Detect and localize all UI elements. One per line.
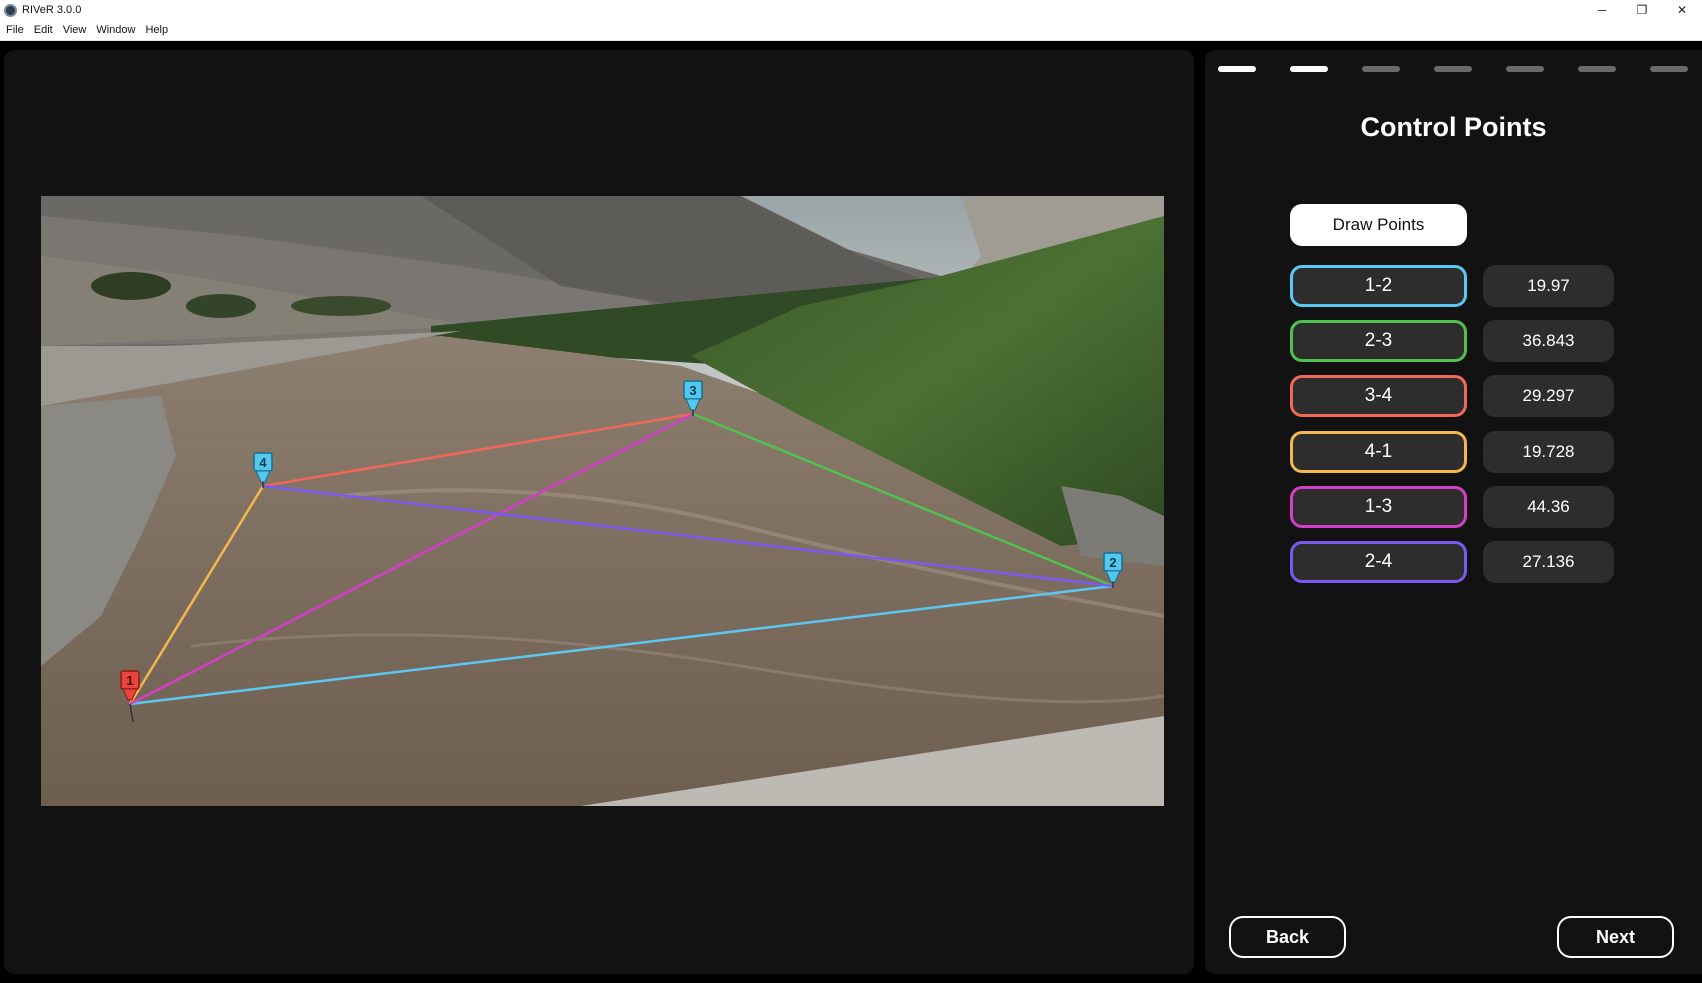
progress-step-6 bbox=[1578, 66, 1616, 72]
image-viewer: 1 2 3 4 bbox=[4, 50, 1194, 974]
progress-step-7 bbox=[1650, 66, 1688, 72]
segment-button-2-4[interactable]: 2-4 bbox=[1290, 541, 1467, 583]
control-points-panel: Control Points Draw Points 1-2 19.97 2-3… bbox=[1205, 50, 1702, 974]
progress-step-4 bbox=[1434, 66, 1472, 72]
menu-window[interactable]: Window bbox=[96, 24, 135, 36]
menu-file[interactable]: File bbox=[6, 24, 24, 36]
title-bar: RIVeR 3.0.0 ─ ❐ ✕ bbox=[0, 0, 1702, 20]
segment-distance-2-3[interactable]: 36.843 bbox=[1483, 320, 1614, 362]
window-title: RIVeR 3.0.0 bbox=[22, 4, 82, 16]
menu-help[interactable]: Help bbox=[145, 24, 168, 36]
segment-row: 1-2 19.97 bbox=[1290, 265, 1614, 307]
menu-edit[interactable]: Edit bbox=[34, 24, 53, 36]
menu-bar: File Edit View Window Help bbox=[0, 20, 1702, 41]
segment-distance-3-4[interactable]: 29.297 bbox=[1483, 375, 1614, 417]
restore-button[interactable]: ❐ bbox=[1622, 0, 1662, 20]
segment-distance-1-3[interactable]: 44.36 bbox=[1483, 486, 1614, 528]
segment-row: 1-3 44.36 bbox=[1290, 486, 1614, 528]
back-button[interactable]: Back bbox=[1229, 916, 1346, 958]
segment-row: 2-3 36.843 bbox=[1290, 320, 1614, 362]
segment-distance-4-1[interactable]: 19.728 bbox=[1483, 431, 1614, 473]
window-controls: ─ ❐ ✕ bbox=[1582, 0, 1702, 20]
draw-points-button[interactable]: Draw Points bbox=[1290, 204, 1467, 246]
menu-view[interactable]: View bbox=[63, 24, 87, 36]
segment-button-1-2[interactable]: 1-2 bbox=[1290, 265, 1467, 307]
segment-distance-1-2[interactable]: 19.97 bbox=[1483, 265, 1614, 307]
panel-title: Control Points bbox=[1360, 112, 1547, 142]
segment-row: 4-1 19.728 bbox=[1290, 431, 1614, 473]
segment-button-4-1[interactable]: 4-1 bbox=[1290, 431, 1467, 473]
close-button[interactable]: ✕ bbox=[1662, 0, 1702, 20]
progress-step-2 bbox=[1290, 66, 1328, 72]
step-progress bbox=[1218, 66, 1688, 72]
segment-row: 3-4 29.297 bbox=[1290, 375, 1614, 417]
next-button[interactable]: Next bbox=[1557, 916, 1674, 958]
river-photo-canvas[interactable]: 1 2 3 4 bbox=[41, 196, 1164, 806]
segment-row: 2-4 27.136 bbox=[1290, 541, 1614, 583]
marker-label-1: 1 bbox=[126, 673, 133, 688]
marker-label-4: 4 bbox=[259, 455, 267, 470]
segment-button-3-4[interactable]: 3-4 bbox=[1290, 375, 1467, 417]
progress-step-1 bbox=[1218, 66, 1256, 72]
progress-step-5 bbox=[1506, 66, 1544, 72]
marker-label-2: 2 bbox=[1109, 555, 1116, 570]
segment-button-1-3[interactable]: 1-3 bbox=[1290, 486, 1467, 528]
river-photo: 1 2 3 4 bbox=[41, 196, 1164, 806]
river-app-icon bbox=[4, 3, 17, 17]
minimize-button[interactable]: ─ bbox=[1582, 0, 1622, 20]
progress-step-3 bbox=[1362, 66, 1400, 72]
marker-label-3: 3 bbox=[689, 383, 696, 398]
segment-distance-2-4[interactable]: 27.136 bbox=[1483, 541, 1614, 583]
segment-button-2-3[interactable]: 2-3 bbox=[1290, 320, 1467, 362]
